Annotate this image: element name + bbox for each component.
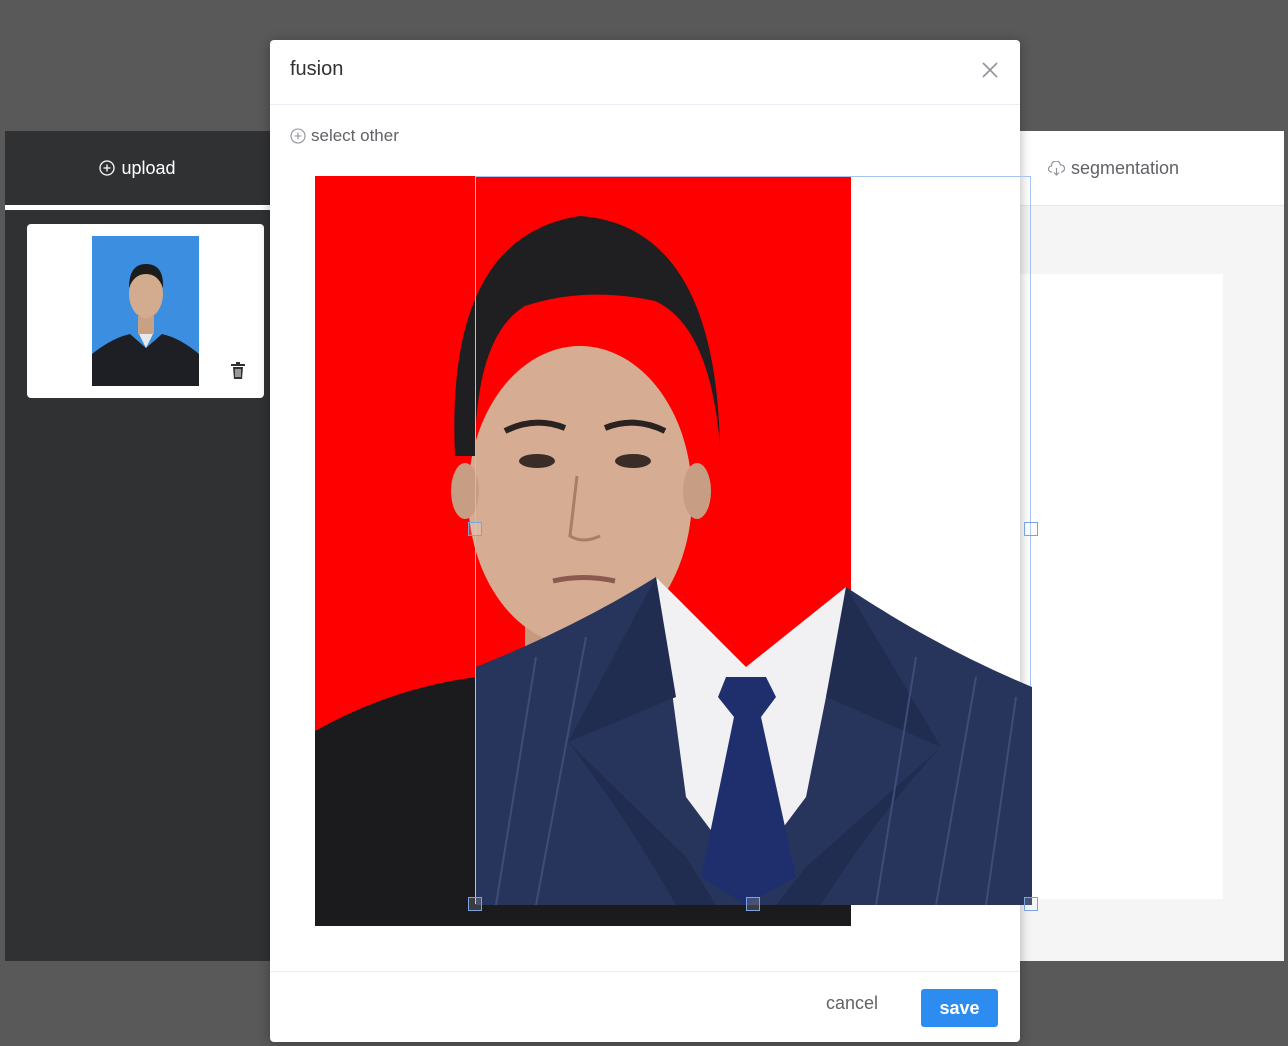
- upload-button[interactable]: upload: [5, 131, 270, 205]
- plus-circle-icon: [290, 128, 306, 144]
- main-panel: segmentation: [1020, 131, 1284, 961]
- resize-handle-right[interactable]: [1024, 522, 1038, 536]
- upload-label: upload: [121, 157, 176, 178]
- dialog-header: fusion: [270, 40, 1020, 105]
- cloud-download-icon: [1048, 160, 1065, 176]
- select-other-button[interactable]: select other: [290, 126, 399, 146]
- fusion-canvas[interactable]: [315, 176, 1038, 936]
- sidebar: upload: [5, 131, 270, 961]
- fusion-dialog: fusion select other cancel save: [270, 40, 1038, 1043]
- main-toolbar: segmentation: [1020, 131, 1284, 206]
- suit-overlay[interactable]: [468, 176, 1038, 911]
- segmentation-label: segmentation: [1071, 157, 1180, 178]
- select-other-label: select other: [311, 126, 399, 145]
- dialog-title: fusion: [290, 58, 344, 80]
- trash-icon[interactable]: [230, 362, 246, 380]
- uploaded-photo-thumbnail[interactable]: [92, 236, 199, 386]
- resize-handle-bottom-left[interactable]: [468, 897, 482, 911]
- cancel-button[interactable]: cancel: [826, 993, 878, 1014]
- resize-handle-bottom-right[interactable]: [1024, 897, 1038, 911]
- sidebar-divider: [5, 205, 270, 210]
- resize-handle-bottom[interactable]: [746, 897, 760, 911]
- result-area: [1020, 274, 1223, 899]
- resize-handle-left[interactable]: [468, 522, 482, 536]
- dialog-footer: cancel save: [270, 971, 1020, 1043]
- close-icon[interactable]: [980, 60, 1000, 80]
- uploaded-photo-card[interactable]: [27, 224, 264, 398]
- plus-circle-icon: [99, 160, 116, 176]
- save-button[interactable]: save: [921, 989, 998, 1027]
- segmentation-button[interactable]: segmentation: [1048, 131, 1179, 205]
